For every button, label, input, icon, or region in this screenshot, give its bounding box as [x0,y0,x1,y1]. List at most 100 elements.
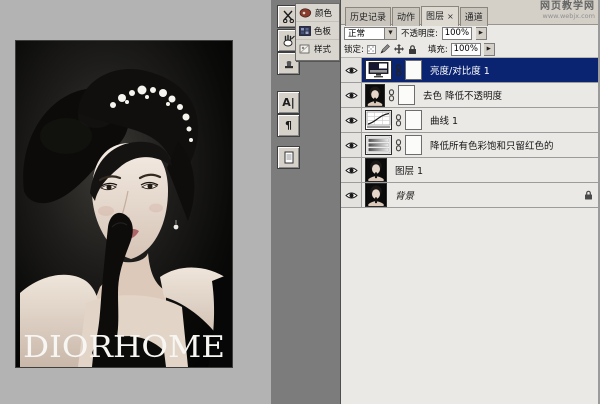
layer-list-empty-space[interactable] [341,208,598,404]
type-tool-icon: A| [282,96,295,109]
palette-tab-swatches-label: 色板 [314,26,332,37]
watermark-url: www.webjx.com [542,11,595,20]
layer-thumbnail[interactable] [365,158,387,182]
visibility-toggle[interactable] [341,158,362,182]
layers-panel: 历史记录 动作 图层 × 通道 网页教学网 www.webjx.com 正常 ▼ 不透明… [340,0,600,404]
blend-controls: 正常 ▼ 不透明度: 100% ▶ [341,25,598,41]
palette-tab-styles-label: 样式 [314,45,332,55]
eye-icon [344,192,358,198]
tab-close-icon[interactable]: × [447,12,454,21]
photo-caption: DIORHOME [23,330,225,365]
note-page-icon [284,151,293,164]
layer-mask-thumbnail[interactable] [405,60,422,80]
layer-thumbnail[interactable] [365,183,387,207]
lock-icon-group [366,44,417,55]
layer-row-hue-saturation[interactable]: 降低所有色彩饱和只留红色的 [341,133,598,158]
opacity-arrow-button[interactable]: ▶ [475,26,487,40]
tab-actions[interactable]: 动作 [392,7,421,26]
tab-layers[interactable]: 图层 × [421,6,459,26]
styles-icon [299,44,310,54]
tab-actions-label: 动作 [397,13,416,23]
tab-history[interactable]: 历史记录 [345,7,392,26]
brightness-contrast-thumbnail[interactable] [365,60,392,80]
tab-history-label: 历史记录 [350,13,387,23]
portrait-thumbnail-icon [366,184,386,206]
tab-channels[interactable]: 通道 [459,7,488,26]
palette-tab-styles[interactable]: 样式 [296,40,339,58]
hand-pen-icon [283,34,295,47]
layer-name[interactable]: 背景 [395,188,414,202]
scissors-icon [282,10,295,23]
layer-name[interactable]: 图层 1 [395,163,423,177]
stamp-icon [284,60,293,68]
eye-icon [344,142,358,148]
panel-tab-bar: 历史记录 动作 图层 × 通道 网页教学网 www.webjx.com [341,0,598,26]
layer-row-layer1[interactable]: 图层 1 [341,158,598,183]
portrait-thumbnail-icon [366,84,384,106]
brightness-contrast-icon [368,62,389,78]
palette-tab-swatches[interactable]: 色板 [296,22,339,40]
visibility-toggle[interactable] [341,83,362,107]
fill-arrow-button[interactable]: ▶ [483,42,495,56]
layer-thumbnail[interactable] [365,83,385,107]
lock-controls: 锁定: 填充: 100% ▶ [341,41,598,57]
hue-saturation-icon [366,136,391,154]
document-canvas[interactable]: DIORHOME [15,40,233,368]
fill-label: 填充: [427,45,448,55]
layer-row-background[interactable]: 背景 [341,183,598,208]
opacity-input[interactable]: 100% [441,26,472,40]
notes-tool-button[interactable] [277,146,300,169]
photoshop-window: DIORHOME A| ¶ 颜色 色板 样式 历史记录 动作 图层 × 通道 网… [0,0,600,404]
visibility-toggle[interactable] [341,183,362,207]
portrait-thumbnail-icon [366,159,386,181]
layer-mask-link-icon[interactable] [395,113,402,127]
layer-mask-thumbnail[interactable] [398,85,415,105]
layer-name[interactable]: 亮度/对比度 1 [430,63,490,77]
curves-icon [366,111,391,128]
layer-row-desaturate[interactable]: 去色 降低不透明度 [341,83,598,108]
visibility-toggle[interactable] [341,108,362,132]
type-tool-button[interactable]: A| [277,91,300,114]
chevron-down-icon[interactable]: ▼ [384,27,396,39]
layer-mask-link-icon[interactable] [388,88,395,102]
lock-paint-brush-icon[interactable] [380,44,390,54]
visibility-toggle[interactable] [341,133,362,157]
lock-all-icon[interactable] [408,44,417,55]
visibility-toggle[interactable] [341,58,362,82]
tab-layers-label: 图层 [426,12,445,22]
layer-list: 亮度/对比度 1 去色 降低不透明度 曲线 1 降低所有色彩饱和只留红色的 图层… [341,57,598,208]
opacity-label: 不透明度: [401,29,438,39]
layer-mask-thumbnail[interactable] [405,110,422,130]
swatches-icon [299,25,311,36]
curves-thumbnail[interactable] [365,110,392,130]
palette-tab-color[interactable]: 颜色 [296,4,339,22]
lock-transparency-icon[interactable] [366,44,376,54]
layer-mask-thumbnail[interactable] [405,135,422,155]
watermark-title: 网页教学网 [540,1,595,12]
blend-mode-value: 正常 [348,29,366,39]
eye-icon [344,167,358,173]
layer-name[interactable]: 降低所有色彩饱和只留红色的 [430,138,554,152]
layer-name[interactable]: 去色 降低不透明度 [423,88,502,102]
layer-row-curves[interactable]: 曲线 1 [341,108,598,133]
layer-mask-link-icon[interactable] [395,63,402,77]
eye-icon [344,117,358,123]
docked-palettes: 颜色 色板 样式 [295,3,340,61]
paragraph-tool-button[interactable]: ¶ [277,114,300,137]
palette-icon [299,7,312,17]
fill-input[interactable]: 100% [450,42,481,56]
portrait-photo: DIORHOME [16,41,232,367]
site-watermark: 网页教学网 www.webjx.com [540,1,595,20]
eye-icon [344,67,358,73]
lock-label: 锁定: [344,45,364,55]
layer-name[interactable]: 曲线 1 [430,113,458,127]
layer-mask-link-icon[interactable] [395,138,402,152]
layer-row-brightness-contrast[interactable]: 亮度/对比度 1 [341,58,598,83]
workspace-strip: A| ¶ 颜色 色板 样式 [271,0,340,404]
background-lock-icon [585,190,592,200]
lock-position-move-icon[interactable] [393,44,404,54]
paragraph-icon: ¶ [285,119,292,132]
blend-mode-select[interactable]: 正常 ▼ [344,26,397,40]
eye-icon [344,92,358,98]
hue-saturation-thumbnail[interactable] [365,135,392,155]
